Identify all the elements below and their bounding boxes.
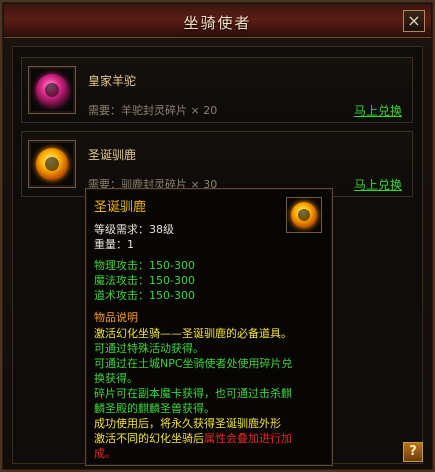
title-bar[interactable]: 坐骑使者 ×	[4, 4, 431, 38]
exchange-button[interactable]: 马上兑换	[354, 176, 402, 193]
tao-attack: 道术攻击：150-300	[94, 289, 195, 302]
description-line: 激活幻化坐骑——圣诞驯鹿的必备道具。	[94, 327, 292, 340]
description-title: 物品说明	[94, 311, 138, 324]
description-segment: 激活不同的幻化坐骑后	[94, 432, 204, 445]
item-tooltip: 圣诞驯鹿 等级需求：38级 重量：1 物理攻击：150-300 魔法攻击：150…	[85, 188, 333, 466]
item-icon-frame	[28, 66, 76, 114]
physical-attack: 物理攻击：150-300	[94, 259, 195, 272]
tooltip-item-name: 圣诞驯鹿	[94, 200, 147, 215]
weight: 重量：1	[94, 238, 134, 251]
exchange-button[interactable]: 马上兑换	[354, 102, 402, 119]
magic-attack: 魔法攻击：150-300	[94, 274, 195, 287]
mount-envoy-window: 坐骑使者 × 皇家羊驼 需要：羊驼封灵碎片 × 20 马上兑换 圣诞驯鹿 需要：…	[0, 0, 435, 472]
item-icon-frame	[28, 140, 76, 188]
reindeer-orb-icon	[36, 148, 68, 180]
tooltip-icon-frame	[286, 197, 322, 233]
help-button[interactable]: ?	[403, 442, 423, 462]
description-line: 麟圣殿的麒麟圣兽获得。	[94, 402, 215, 415]
description-line: 碎片可在副本魔卡获得，也可通过击杀麒	[94, 387, 292, 400]
description-highlight: 属性会叠加进行加	[204, 432, 292, 445]
item-name: 圣诞驯鹿	[88, 148, 137, 162]
description-line: 激活不同的幻化坐骑后属性会叠加进行加	[94, 430, 292, 446]
alpaca-orb-icon	[36, 74, 68, 106]
description-line: 成。	[94, 447, 116, 460]
description-line: 可通过在土城NPC坐骑使者处使用碎片兑	[94, 357, 293, 370]
level-requirement: 等级需求：38级	[94, 223, 174, 236]
item-name: 皇家羊驼	[88, 74, 137, 88]
description-line: 换获得。	[94, 372, 138, 385]
list-item: 皇家羊驼 需要：羊驼封灵碎片 × 20 马上兑换	[21, 57, 413, 123]
description-line: 成功使用后，将永久获得圣诞驯鹿外形	[94, 417, 281, 430]
window-title: 坐骑使者	[183, 14, 252, 32]
item-requirement: 需要：羊驼封灵碎片 × 20	[88, 104, 218, 117]
reindeer-orb-icon	[291, 202, 317, 228]
close-icon[interactable]: ×	[403, 10, 425, 32]
description-line: 可通过特殊活动获得。	[94, 342, 204, 355]
